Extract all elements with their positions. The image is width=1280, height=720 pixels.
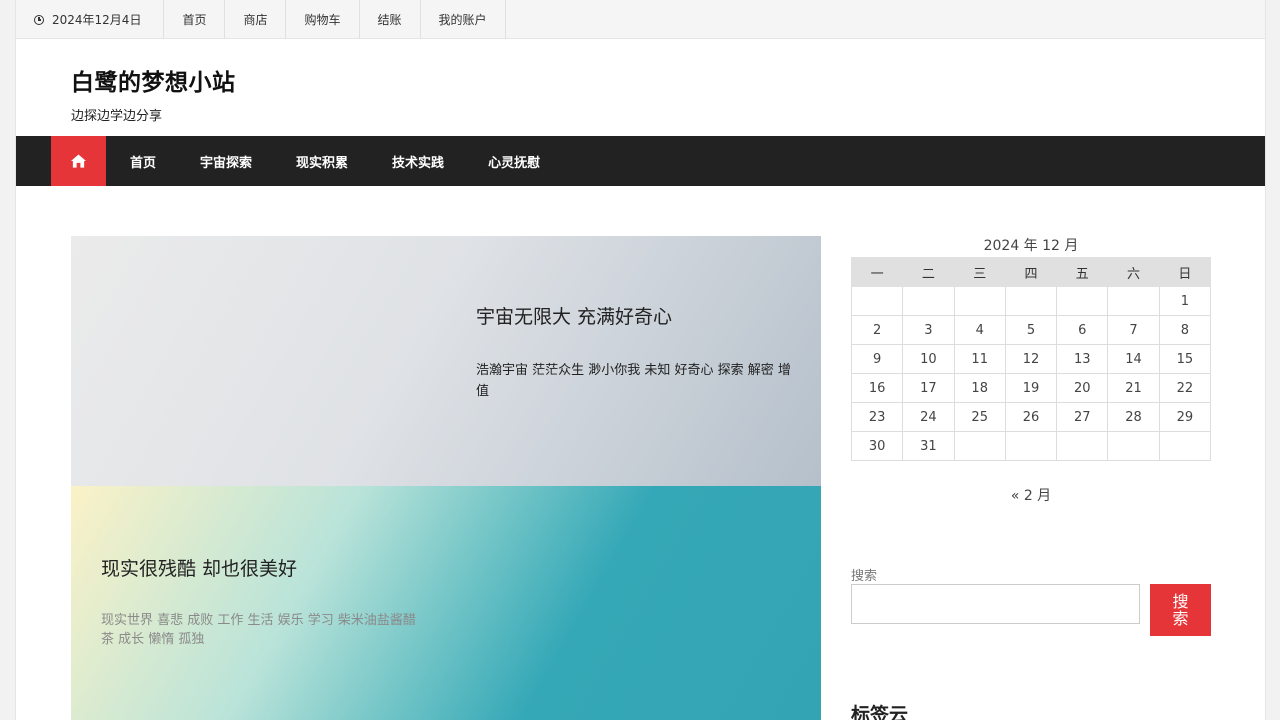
top-link-home[interactable]: 首页 (164, 0, 226, 39)
calendar-week: 2345678 (850, 315, 1212, 345)
calendar-weekday: 二 (902, 257, 955, 287)
search-button[interactable]: 搜索 (1150, 584, 1211, 636)
nav-item-universe[interactable]: 宇宙探索 (178, 136, 274, 186)
calendar-weekday: 五 (1056, 257, 1109, 287)
nav-item-reality[interactable]: 现实积累 (274, 136, 370, 186)
calendar-weekday: 日 (1158, 257, 1212, 287)
calendar-day: 1 (1158, 286, 1212, 316)
calendar-day: 12 (1004, 344, 1058, 374)
calendar-pad (1107, 431, 1160, 461)
calendar-day: 24 (902, 402, 955, 432)
calendar-day: 22 (1158, 373, 1212, 403)
nav-item-home[interactable]: 首页 (106, 136, 178, 186)
sidebar: 2024 年 12 月 一二三四五六日 1 2 3 4 5 6 7 8 9 10 11 12 13 14 1… (850, 236, 1212, 720)
calendar-day: 28 (1107, 402, 1160, 432)
calendar-pad (1158, 431, 1212, 461)
calendar-pad (953, 431, 1006, 461)
calendar-day: 31 (902, 431, 955, 461)
calendar-day: 4 (953, 315, 1006, 345)
calendar-weekday: 一 (850, 257, 904, 287)
calendar-pad (1004, 286, 1058, 316)
calendar-day: 21 (1107, 373, 1160, 403)
calendar-table: 一二三四五六日 1 2 3 4 5 6 7 8 9 10 11 12 13 14 15 16 17 18 19 20 2… (850, 257, 1212, 461)
calendar-pad (1004, 431, 1058, 461)
calendar-day: 26 (1004, 402, 1058, 432)
calendar-day: 25 (953, 402, 1006, 432)
search-input[interactable] (851, 584, 1140, 624)
nav-item-mind[interactable]: 心灵抚慰 (466, 136, 562, 186)
nav-item-tech[interactable]: 技术实践 (370, 136, 466, 186)
slide-title[interactable]: 现实很残酷 却也很美好 (101, 554, 297, 581)
clock-icon (34, 14, 44, 25)
calendar-day: 9 (850, 344, 904, 374)
tagcloud-title: 标签云 (851, 704, 909, 720)
home-icon (71, 154, 86, 168)
calendar-day: 10 (902, 344, 955, 374)
calendar-day: 13 (1056, 344, 1109, 374)
page: 2024年12月4日 首页 商店 购物车 结账 我的账户 白鹭的梦想小站 边探边… (15, 0, 1266, 720)
calendar-weekday: 四 (1004, 257, 1058, 287)
calendar-day: 7 (1107, 315, 1160, 345)
calendar-day: 29 (1158, 402, 1212, 432)
calendar-pad (1056, 286, 1109, 316)
top-link-account[interactable]: 我的账户 (421, 0, 506, 39)
slide-excerpt: 现实世界 喜悲 成败 工作 生活 娱乐 学习 柴米油盐酱醋茶 成长 懒惰 孤独 (101, 613, 416, 647)
top-date: 2024年12月4日 (16, 0, 165, 39)
featured-slide-universe[interactable]: 宇宙无限大 充满好奇心 浩瀚宇宙 茫茫众生 渺小你我 未知 好奇心 探索 解密 … (71, 236, 821, 486)
calendar-day: 15 (1158, 344, 1212, 374)
calendar-day: 11 (953, 344, 1006, 374)
top-link-checkout[interactable]: 结账 (360, 0, 421, 39)
calendar-day: 27 (1056, 402, 1109, 432)
featured-slider: 宇宙无限大 充满好奇心 浩瀚宇宙 茫茫众生 渺小你我 未知 好奇心 探索 解密 … (71, 236, 821, 720)
calendar-day: 8 (1158, 315, 1212, 345)
search-button-label: 搜索 (1172, 592, 1189, 628)
top-link-cart[interactable]: 购物车 (286, 0, 360, 39)
calendar-day: 5 (1004, 315, 1058, 345)
calendar-day: 2 (850, 315, 904, 345)
calendar-pad (953, 286, 1006, 316)
calendar-prev-link[interactable]: « 2 月 (851, 485, 1211, 505)
site-header: 白鹭的梦想小站 边探边学边分享 (16, 39, 1265, 136)
calendar-day: 18 (953, 373, 1006, 403)
main-nav: 首页 宇宙探索 现实积累 技术实践 心灵抚慰 (16, 136, 1265, 186)
slide-title[interactable]: 宇宙无限大 充满好奇心 (476, 302, 672, 329)
site-description: 边探边学边分享 (71, 109, 163, 124)
top-link-shop[interactable]: 商店 (225, 0, 287, 39)
calendar-pad (850, 286, 904, 316)
calendar-week: 9 10 11 12 13 14 15 (850, 344, 1212, 374)
calendar-pad (1107, 286, 1160, 316)
calendar-day: 16 (850, 373, 904, 403)
calendar-weekday: 三 (953, 257, 1006, 287)
calendar-day: 14 (1107, 344, 1160, 374)
calendar-day: 3 (902, 315, 955, 345)
date-text: 2024年12月4日 (52, 13, 142, 27)
calendar-caption: 2024 年 12 月 (983, 238, 1079, 254)
calendar-day: 23 (850, 402, 904, 432)
featured-slide-reality[interactable]: 现实很残酷 却也很美好 现实世界 喜悲 成败 工作 生活 娱乐 学习 柴米油盐酱… (71, 486, 821, 720)
calendar-week: 30 31 (850, 431, 1212, 461)
calendar-week: 1 (850, 286, 1212, 316)
calendar-week: 16 17 18 19 20 21 22 (850, 373, 1212, 403)
nav-home-button[interactable] (51, 136, 106, 186)
calendar-day: 17 (902, 373, 955, 403)
calendar-day: 30 (850, 431, 904, 461)
calendar-weekday: 六 (1107, 257, 1160, 287)
calendar-day: 19 (1004, 373, 1058, 403)
calendar-day: 6 (1056, 315, 1109, 345)
calendar-pad (902, 286, 955, 316)
calendar-pad (1056, 431, 1109, 461)
slide-excerpt: 浩瀚宇宙 茫茫众生 渺小你我 未知 好奇心 探索 解密 增值 (476, 363, 791, 399)
calendar-day: 20 (1056, 373, 1109, 403)
search-label: 搜索 (851, 569, 878, 584)
calendar-week: 23 24 25 26 27 28 29 (850, 402, 1212, 432)
site-title[interactable]: 白鹭的梦想小站 (71, 63, 1265, 97)
top-bar: 2024年12月4日 首页 商店 购物车 结账 我的账户 (16, 0, 1265, 39)
